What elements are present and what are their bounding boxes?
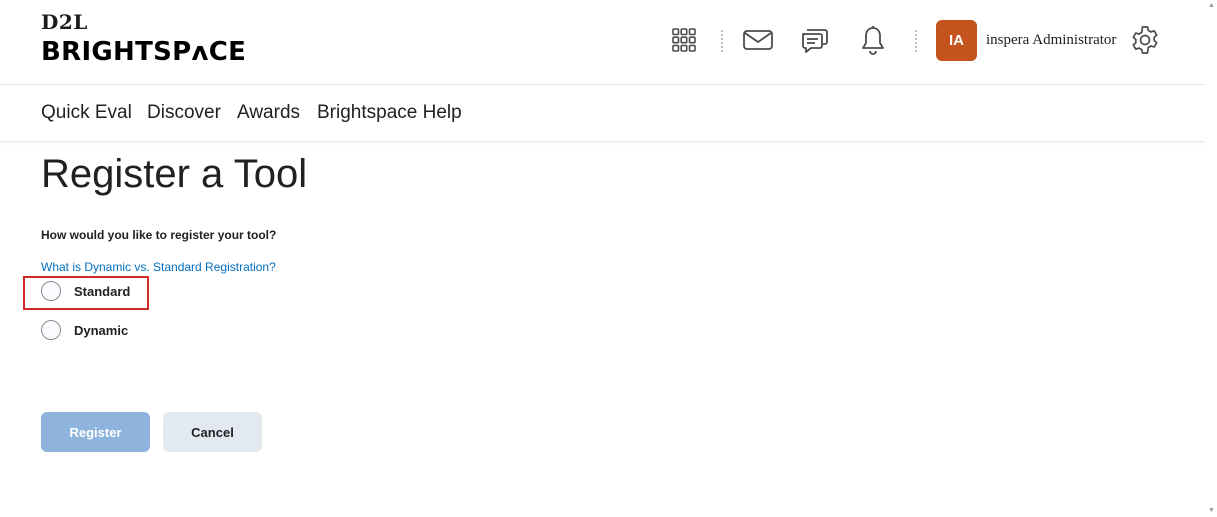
dynamic-radio-label[interactable]: Dynamic	[74, 323, 128, 338]
bell-icon[interactable]	[855, 22, 891, 58]
logo-brightspace-text: BRIGHTSPʌCE	[41, 37, 247, 67]
standard-radio-label[interactable]: Standard	[74, 284, 130, 299]
scrollbar[interactable]	[1205, 0, 1217, 517]
nav-item-brightspace-help[interactable]: Brightspace Help	[317, 102, 462, 124]
page-title: Register a Tool	[41, 152, 308, 196]
chat-icon[interactable]	[797, 22, 833, 58]
cancel-button[interactable]: Cancel	[163, 412, 262, 452]
dynamic-radio[interactable]	[41, 320, 61, 340]
radio-option-dynamic[interactable]: Dynamic	[41, 320, 128, 340]
grid-icon[interactable]	[666, 22, 702, 58]
scroll-up-arrow[interactable]: ▲	[1208, 2, 1215, 9]
header-divider	[721, 30, 723, 52]
register-button[interactable]: Register	[41, 412, 150, 452]
radio-option-standard[interactable]: Standard	[41, 281, 130, 301]
scroll-down-arrow[interactable]: ▼	[1208, 507, 1215, 514]
gear-icon[interactable]	[1127, 22, 1163, 58]
header-divider	[915, 30, 917, 52]
navigation-bar: Quick Eval Discover Awards Brightspace H…	[0, 85, 1205, 142]
registration-question: How would you like to register your tool…	[41, 228, 277, 242]
registration-help-link[interactable]: What is Dynamic vs. Standard Registratio…	[41, 260, 276, 274]
top-header: D2L BRIGHTSPʌCE IA inspera Administrator	[0, 0, 1205, 85]
username-label[interactable]: inspera Administrator	[986, 32, 1116, 49]
nav-item-discover[interactable]: Discover	[147, 102, 221, 124]
standard-radio[interactable]	[41, 281, 61, 301]
nav-item-quick-eval[interactable]: Quick Eval	[41, 102, 132, 124]
mail-icon[interactable]	[740, 22, 776, 58]
avatar[interactable]: IA	[936, 20, 977, 61]
logo-d2l-text: D2L	[41, 10, 88, 34]
d2l-brightspace-logo[interactable]: D2L BRIGHTSPʌCE	[41, 12, 246, 67]
nav-item-awards[interactable]: Awards	[237, 102, 300, 124]
